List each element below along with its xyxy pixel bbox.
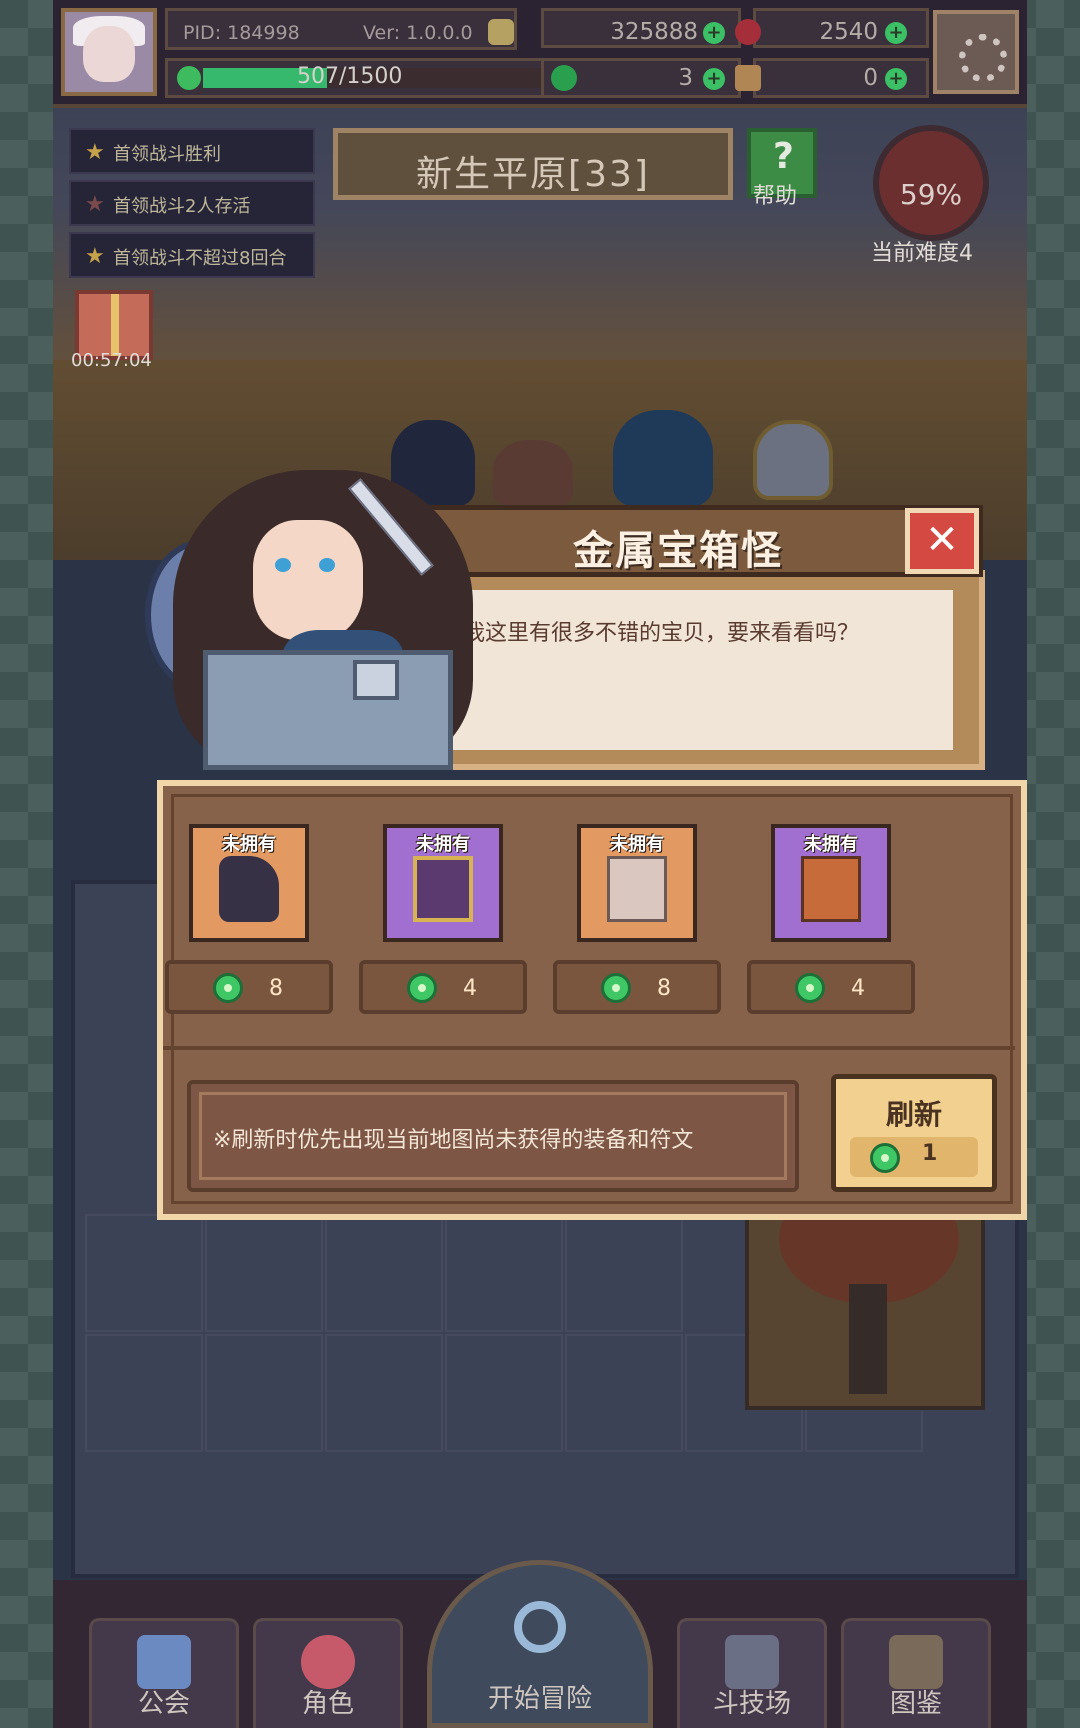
refresh-button[interactable]: 刷新 1: [831, 1074, 997, 1192]
settings-button[interactable]: [933, 10, 1019, 94]
price-tag-3[interactable]: 8: [553, 960, 721, 1014]
exp-icon: [177, 66, 201, 90]
character-icon: [301, 1635, 355, 1689]
star-icon: ★: [85, 244, 105, 269]
shop-item-1[interactable]: 未拥有: [189, 824, 309, 942]
npc-message: 我这里有很多不错的宝贝，要来看看吗？: [463, 621, 860, 646]
price-tag-1[interactable]: 8: [165, 960, 333, 1014]
cloak-icon: [413, 856, 473, 922]
objective-item: ★ 首领战斗胜利: [69, 128, 315, 174]
star-icon: ★: [85, 192, 105, 217]
map-title-banner: 新生平原[33]: [333, 128, 733, 200]
ticket-amount: 0: [863, 65, 878, 91]
add-gold-plus-icon[interactable]: +: [703, 22, 725, 44]
nav-guild-label: 公会: [137, 1689, 190, 1719]
item-price: 4: [463, 976, 477, 1001]
item-price: 8: [657, 976, 671, 1001]
nav-arena[interactable]: 斗技场: [677, 1618, 827, 1728]
ticket-icon: [735, 65, 761, 91]
clover-amount: 3: [678, 65, 693, 91]
clover-icon: [551, 65, 577, 91]
magnifier-icon: [514, 1601, 566, 1653]
not-owned-tag: 未拥有: [610, 834, 664, 855]
shop-divider: [163, 1046, 1015, 1050]
player-id: PID: 184998: [183, 22, 300, 44]
close-icon: ✕: [925, 517, 959, 563]
add-ticket-plus-icon[interactable]: +: [885, 68, 907, 90]
gift-timer: 00:57:04: [71, 350, 152, 371]
item-price: 4: [851, 976, 865, 1001]
gear-icon: [959, 34, 1007, 82]
start-adventure-label: 开始冒险: [487, 1684, 592, 1714]
shop-item-3[interactable]: 未拥有: [577, 824, 697, 942]
gift-icon: [111, 294, 119, 356]
objective-label: 首领战斗2人存活: [113, 196, 251, 217]
nav-guild[interactable]: 公会: [89, 1618, 239, 1728]
gem-amount: 2540: [819, 19, 878, 45]
dialog-title: 金属宝箱怪: [573, 528, 783, 574]
difficulty-label: 当前难度4: [871, 241, 973, 266]
player-avatar[interactable]: [61, 8, 157, 96]
objective-item: ★ 首领战斗不超过8回合: [69, 232, 315, 278]
gold-coin-icon: [488, 19, 514, 45]
clover-icon: [601, 973, 631, 1003]
star-icon: ★: [85, 140, 105, 165]
item-price: 8: [269, 976, 283, 1001]
clover-icon: [407, 973, 437, 1003]
objective-item: ★ 首领战斗2人存活: [69, 180, 315, 226]
npc-eye: [319, 558, 335, 572]
gauntlet-icon: [219, 856, 279, 922]
message-panel: [415, 570, 985, 770]
chest-lock-icon: [353, 660, 399, 700]
avatar-face: [83, 26, 135, 82]
nav-arena-label: 斗技场: [712, 1689, 791, 1719]
not-owned-tag: 未拥有: [222, 834, 276, 855]
gold-amount: 325888: [610, 19, 698, 45]
npc-eye: [275, 558, 291, 572]
npc-face: [253, 520, 363, 640]
refresh-note: ※刷新时优先出现当前地图尚未获得的装备和符文: [213, 1128, 694, 1153]
nav-character-label: 角色: [301, 1689, 354, 1719]
refresh-cost: 1: [922, 1141, 938, 1166]
help-label: 帮助: [753, 184, 798, 209]
not-owned-tag: 未拥有: [804, 834, 858, 855]
rune-stone-icon: [607, 856, 667, 922]
game-viewport: PID: 184998 Ver: 1.0.0.0 507/1500 325888…: [53, 0, 1027, 1728]
book-icon: [889, 1635, 943, 1689]
shop-item-4[interactable]: 未拥有: [771, 824, 891, 942]
guild-hall-icon: [137, 1635, 191, 1689]
version-label: Ver: 1.0.0.0: [363, 22, 473, 44]
clover-icon: [795, 973, 825, 1003]
not-owned-tag: 未拥有: [416, 834, 470, 855]
map-title: 新生平原[33]: [416, 154, 650, 195]
shop-item-2[interactable]: 未拥有: [383, 824, 503, 942]
nav-character[interactable]: 角色: [253, 1618, 403, 1728]
nav-codex-label: 图鉴: [889, 1689, 942, 1719]
difficulty-percent: 59%: [899, 178, 963, 211]
objective-label: 首领战斗不超过8回合: [113, 248, 287, 269]
clover-icon: [870, 1143, 900, 1173]
price-tag-4[interactable]: 4: [747, 960, 915, 1014]
question-mark-icon: ?: [773, 136, 794, 177]
close-button[interactable]: ✕: [905, 508, 979, 574]
add-gem-plus-icon[interactable]: +: [885, 22, 907, 44]
treasure-chest-icon: [203, 650, 453, 770]
red-gem-icon: [735, 19, 761, 45]
rune-stone-icon: [801, 856, 861, 922]
clover-icon: [213, 973, 243, 1003]
nav-codex[interactable]: 图鉴: [841, 1618, 991, 1728]
add-clover-plus-icon[interactable]: +: [703, 68, 725, 90]
crossed-swords-icon: [725, 1635, 779, 1689]
price-tag-2[interactable]: 4: [359, 960, 527, 1014]
refresh-label: 刷新: [885, 1098, 942, 1131]
message-panel-inner: [445, 590, 953, 750]
exp-value: 507/1500: [297, 64, 403, 89]
objective-label: 首领战斗胜利: [113, 144, 221, 165]
